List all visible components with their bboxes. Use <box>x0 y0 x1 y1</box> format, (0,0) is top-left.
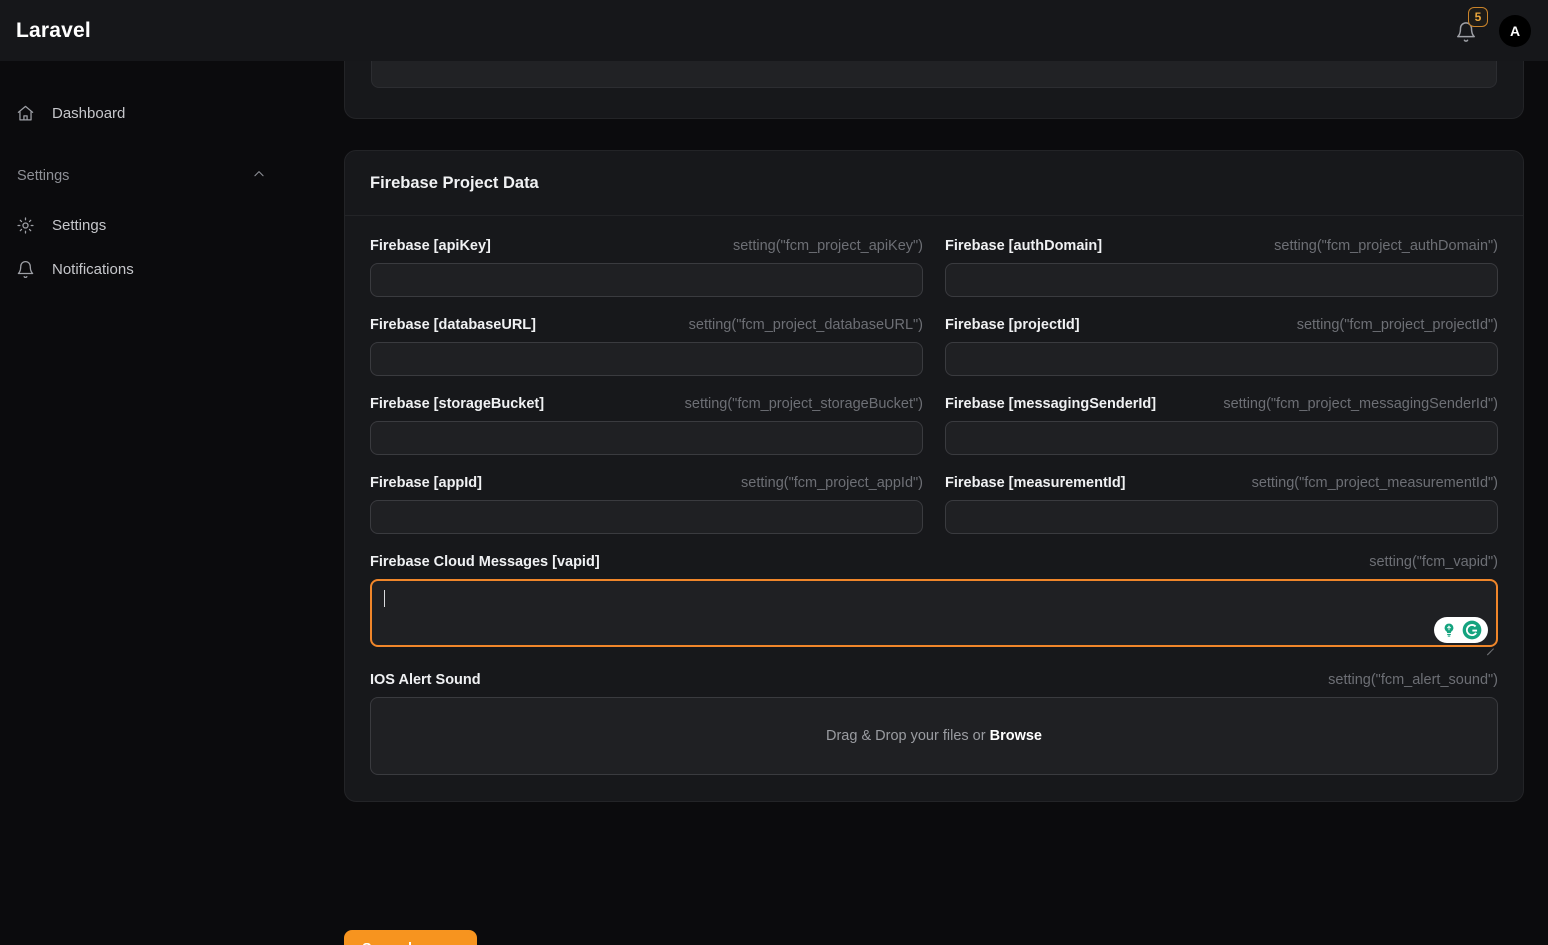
navbar-actions: 5 A <box>1455 6 1531 47</box>
field-setting-hint: setting("fcm_project_storageBucket") <box>684 396 923 412</box>
field-label: Firebase [projectId] <box>945 317 1080 333</box>
sidebar-item-dashboard[interactable]: Dashboard <box>0 91 288 135</box>
field-row: Firebase [storageBucket] setting("fcm_pr… <box>370 396 1498 475</box>
sidebar-item-label: Dashboard <box>52 104 126 122</box>
field-storagebucket: Firebase [storageBucket] setting("fcm_pr… <box>370 396 923 455</box>
field-setting-hint: setting("fcm_project_authDomain") <box>1274 238 1498 254</box>
field-label: Firebase [measurementId] <box>945 475 1126 491</box>
dropzone-text: Drag & Drop your files or <box>826 728 986 744</box>
sidebar-item-settings[interactable]: Settings <box>0 203 288 247</box>
projectid-input[interactable] <box>945 342 1498 376</box>
previous-card-clipped: 0 B <box>344 61 1524 119</box>
card-body: Firebase [apiKey] setting("fcm_project_a… <box>345 216 1523 801</box>
sidebar-item-notifications[interactable]: Notifications <box>0 247 288 291</box>
gear-icon <box>16 214 42 236</box>
field-label-line: Firebase [authDomain] setting("fcm_proje… <box>945 238 1498 254</box>
card-title: Firebase Project Data <box>345 151 1523 216</box>
field-setting-hint: setting("fcm_project_messagingSenderId") <box>1223 396 1498 412</box>
grammarly-logo-icon <box>1461 619 1483 641</box>
field-authdomain: Firebase [authDomain] setting("fcm_proje… <box>945 238 1498 297</box>
file-dropzone[interactable]: Drag & Drop your files or Browse <box>370 697 1498 775</box>
field-appid: Firebase [appId] setting("fcm_project_ap… <box>370 475 923 534</box>
field-label-line: Firebase [projectId] setting("fcm_projec… <box>945 317 1498 333</box>
authdomain-input[interactable] <box>945 263 1498 297</box>
apikey-input[interactable] <box>370 263 923 297</box>
main-content: 0 B Firebase Project Data Firebase [apiK… <box>288 61 1548 945</box>
notifications-badge: 5 <box>1468 6 1488 27</box>
field-label: Firebase Cloud Messages [vapid] <box>370 554 600 570</box>
field-row: Firebase [databaseURL] setting("fcm_proj… <box>370 317 1498 396</box>
storagebucket-input[interactable] <box>370 421 923 455</box>
firebase-project-data-card: Firebase Project Data Firebase [apiKey] … <box>344 150 1524 802</box>
field-setting-hint: setting("fcm_project_appId") <box>741 475 923 491</box>
field-setting-hint: setting("fcm_project_projectId") <box>1296 317 1498 333</box>
field-label-line: Firebase [databaseURL] setting("fcm_proj… <box>370 317 923 333</box>
dropzone-label: Drag & Drop your files or Browse <box>826 728 1042 744</box>
field-label: Firebase [databaseURL] <box>370 317 536 333</box>
field-setting-hint: setting("fcm_project_measurementId") <box>1251 475 1498 491</box>
save-changes-button[interactable]: Save changes <box>344 930 477 945</box>
field-label: Firebase [appId] <box>370 475 482 491</box>
field-vapid: Firebase Cloud Messages [vapid] setting(… <box>370 554 1498 656</box>
field-label-line: Firebase [apiKey] setting("fcm_project_a… <box>370 238 923 254</box>
field-label: Firebase [storageBucket] <box>370 396 545 412</box>
bell-icon <box>16 258 42 280</box>
notifications-button[interactable]: 5 <box>1455 6 1488 44</box>
sidebar-group-settings[interactable]: Settings <box>0 157 288 195</box>
field-messagingsenderid: Firebase [messagingSenderId] setting("fc… <box>945 396 1498 455</box>
field-label-line: Firebase [appId] setting("fcm_project_ap… <box>370 475 923 491</box>
vapid-textarea[interactable] <box>370 579 1498 647</box>
text-caret <box>384 590 385 607</box>
field-row: Firebase [apiKey] setting("fcm_project_a… <box>370 238 1498 317</box>
field-label: Firebase [apiKey] <box>370 238 491 254</box>
field-label: Firebase [authDomain] <box>945 238 1103 254</box>
field-alert-sound: IOS Alert Sound setting("fcm_alert_sound… <box>370 672 1498 775</box>
field-databaseurl: Firebase [databaseURL] setting("fcm_proj… <box>370 317 923 376</box>
sidebar-item-label: Notifications <box>52 260 134 278</box>
sidebar-subitems: Settings Notifications <box>0 203 288 291</box>
sidebar-item-label: Settings <box>52 216 107 234</box>
sidebar: Dashboard Settings Settings Notification… <box>0 61 288 945</box>
upload-preview-box: 0 B <box>371 61 1497 88</box>
avatar[interactable]: A <box>1499 14 1531 47</box>
field-label: IOS Alert Sound <box>370 672 481 688</box>
field-label: Firebase [messagingSenderId] <box>945 396 1157 412</box>
measurementid-input[interactable] <box>945 500 1498 534</box>
field-projectid: Firebase [projectId] setting("fcm_projec… <box>945 317 1498 376</box>
field-setting-hint: setting("fcm_vapid") <box>1369 554 1498 570</box>
sidebar-group-label: Settings <box>17 168 70 184</box>
field-label-line: IOS Alert Sound setting("fcm_alert_sound… <box>370 672 1498 688</box>
grammarly-bulb-icon <box>1439 620 1459 640</box>
appid-input[interactable] <box>370 500 923 534</box>
field-label-line: Firebase [messagingSenderId] setting("fc… <box>945 396 1498 412</box>
chevron-up-icon <box>252 167 266 185</box>
field-measurementid: Firebase [measurementId] setting("fcm_pr… <box>945 475 1498 534</box>
top-navbar: Laravel 5 A <box>0 0 1548 61</box>
field-setting-hint: setting("fcm_project_databaseURL") <box>688 317 923 333</box>
grammarly-widget[interactable] <box>1434 617 1488 643</box>
field-label-line: Firebase [storageBucket] setting("fcm_pr… <box>370 396 923 412</box>
browse-link[interactable]: Browse <box>990 728 1042 744</box>
databaseurl-input[interactable] <box>370 342 923 376</box>
field-label-line: Firebase Cloud Messages [vapid] setting(… <box>370 554 1498 570</box>
form-actions: Save changes <box>344 930 477 945</box>
field-setting-hint: setting("fcm_alert_sound") <box>1328 672 1498 688</box>
vapid-textarea-wrapper <box>370 579 1498 656</box>
messagingsenderid-input[interactable] <box>945 421 1498 455</box>
app-brand[interactable]: Laravel <box>16 19 91 43</box>
home-icon <box>16 102 42 124</box>
field-row: Firebase [appId] setting("fcm_project_ap… <box>370 475 1498 554</box>
field-label-line: Firebase [measurementId] setting("fcm_pr… <box>945 475 1498 491</box>
field-apikey: Firebase [apiKey] setting("fcm_project_a… <box>370 238 923 297</box>
field-setting-hint: setting("fcm_project_apiKey") <box>732 238 923 254</box>
